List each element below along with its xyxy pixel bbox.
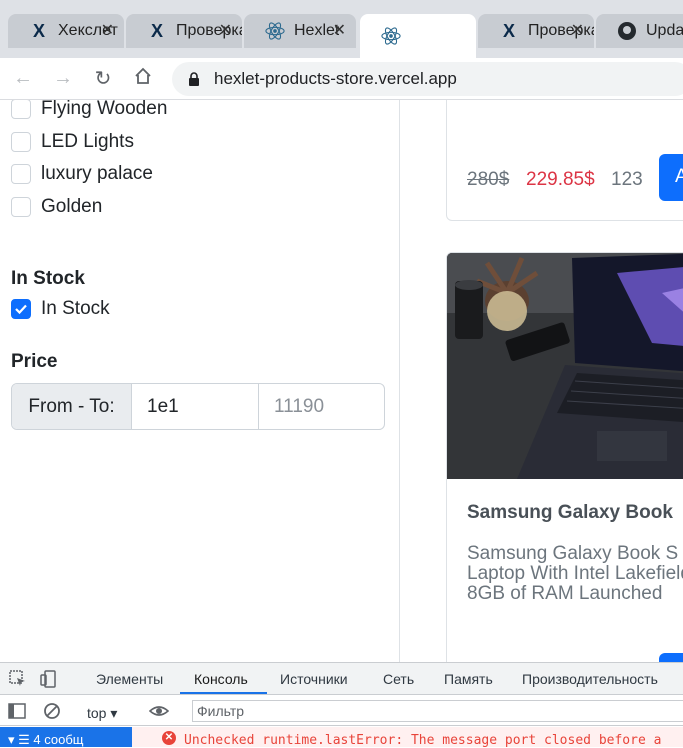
browser-toolbar: ← → ↻ hexlet-products-store.vercel.app: [0, 58, 683, 100]
tab-title: Проверка: [176, 22, 242, 39]
context-selector[interactable]: top ▾: [87, 705, 117, 722]
filter-option-luxury-palace[interactable]: luxury palace: [11, 163, 153, 185]
price-range-group: From - To: 1e1 11190: [11, 383, 385, 430]
checkbox-checked[interactable]: [11, 299, 31, 319]
product-button[interactable]: [659, 653, 683, 662]
checkbox[interactable]: [11, 197, 31, 217]
price-section-title: Price: [11, 351, 58, 372]
browser-tab-2[interactable]: X Проверка ✕: [126, 14, 242, 48]
clear-console-icon[interactable]: [42, 701, 62, 721]
sidebar-toggle-icon[interactable]: [7, 701, 27, 721]
lock-icon: [189, 72, 199, 86]
stock-section-title: In Stock: [11, 268, 85, 289]
react-icon: [264, 20, 286, 42]
browser-tab-bar: X Хекслет ✕ X Проверка ✕ Hexlet ✕ Hexlet…: [0, 0, 683, 58]
product-title: Samsung Galaxy Book: [467, 502, 673, 523]
tab-title: Проверка: [528, 22, 594, 39]
console-toolbar: top ▾ Фильтр: [0, 696, 683, 726]
error-icon: ✕: [162, 731, 176, 745]
tab-title: Hexlet: [410, 27, 456, 44]
close-icon[interactable]: ✕: [219, 20, 232, 40]
checkbox[interactable]: [11, 164, 31, 184]
add-to-cart-button[interactable]: A: [659, 154, 683, 201]
filter-option-flying-wooden[interactable]: Flying Wooden: [11, 100, 167, 120]
price-range-label: From - To:: [12, 384, 132, 429]
inspect-element-icon[interactable]: [8, 669, 28, 689]
active-tab-indicator: [180, 692, 267, 694]
sale-price: 229.85$: [526, 169, 595, 190]
filter-option-label: luxury palace: [41, 163, 153, 184]
tab-title: Update: [646, 22, 683, 39]
checkbox[interactable]: [11, 132, 31, 152]
devtools-tab-console[interactable]: Консоль: [194, 671, 248, 687]
filter-option-label: Golden: [41, 196, 103, 217]
back-arrow-icon[interactable]: ←: [3, 67, 43, 90]
devtools-tab-bar: Элементы Консоль Источники Сеть Память П…: [0, 663, 683, 695]
close-icon[interactable]: ✕: [571, 20, 584, 40]
price-to-input[interactable]: 11190: [259, 384, 384, 429]
old-price: 280$: [467, 169, 510, 190]
devtools-tab-memory[interactable]: Память: [444, 671, 493, 687]
device-toolbar-icon[interactable]: [40, 669, 60, 689]
close-icon[interactable]: ✕: [453, 24, 466, 44]
filter-option-label: Flying Wooden: [41, 100, 168, 119]
react-icon: [380, 25, 402, 47]
devtools-tab-network[interactable]: Сеть: [383, 671, 414, 687]
browser-tab-4-active[interactable]: Hexlet ✕: [360, 14, 476, 58]
forward-arrow-icon[interactable]: →: [43, 67, 83, 90]
product-description: Samsung Galaxy Book S Laptop With Intel …: [467, 543, 683, 604]
browser-tab-1[interactable]: X Хекслет ✕: [8, 14, 124, 48]
browser-tab-5[interactable]: X Проверка ✕: [478, 14, 594, 48]
filter-option-label: In Stock: [41, 298, 110, 319]
product-card: [446, 100, 683, 221]
close-icon[interactable]: ✕: [101, 20, 114, 40]
checkbox[interactable]: [11, 100, 31, 119]
home-icon[interactable]: [123, 67, 163, 91]
filter-option-led-lights[interactable]: LED Lights: [11, 131, 134, 153]
devtools-tab-performance[interactable]: Производительность: [522, 671, 658, 687]
filter-option-golden[interactable]: Golden: [11, 196, 102, 218]
hexlet-icon: X: [150, 20, 163, 41]
product-image: [447, 253, 683, 479]
filter-option-in-stock[interactable]: In Stock: [11, 298, 110, 320]
address-bar[interactable]: hexlet-products-store.vercel.app: [172, 62, 683, 96]
message-count-badge[interactable]: ▾ ☰ 4 сообщ: [0, 727, 132, 747]
browser-tab-3[interactable]: Hexlet ✕: [244, 14, 356, 48]
console-filter-input[interactable]: Фильтр: [192, 700, 683, 722]
github-icon: [616, 20, 638, 42]
context-value: top: [87, 705, 107, 721]
devtools-tab-sources[interactable]: Источники: [280, 671, 348, 687]
reload-icon[interactable]: ↻: [83, 66, 123, 91]
filters-sidebar: Flying Wooden LED Lights luxury palace G…: [0, 100, 400, 662]
filter-option-label: LED Lights: [41, 131, 134, 152]
price-from-input[interactable]: 1e1: [132, 384, 259, 429]
devtools-tab-elements[interactable]: Элементы: [96, 671, 163, 687]
page-viewport: Flying Wooden LED Lights luxury palace G…: [0, 100, 683, 662]
console-message-row: ▾ ☰ 4 сообщ ✕ Unchecked runtime.lastErro…: [0, 727, 683, 748]
hexlet-icon: X: [32, 20, 45, 41]
devtools-panel: Элементы Консоль Источники Сеть Память П…: [0, 662, 683, 748]
url-text: hexlet-products-store.vercel.app: [214, 69, 457, 88]
close-icon[interactable]: ✕: [333, 20, 346, 40]
browser-tab-6[interactable]: Update: [596, 14, 683, 48]
eye-icon[interactable]: [149, 701, 169, 721]
message-count: 4 сообщ: [33, 732, 84, 747]
hexlet-icon: X: [502, 20, 515, 41]
product-card: Samsung Galaxy Book Samsung Galaxy Book …: [446, 252, 683, 662]
check-icon: [15, 304, 27, 315]
stock-count: 123: [611, 169, 643, 190]
